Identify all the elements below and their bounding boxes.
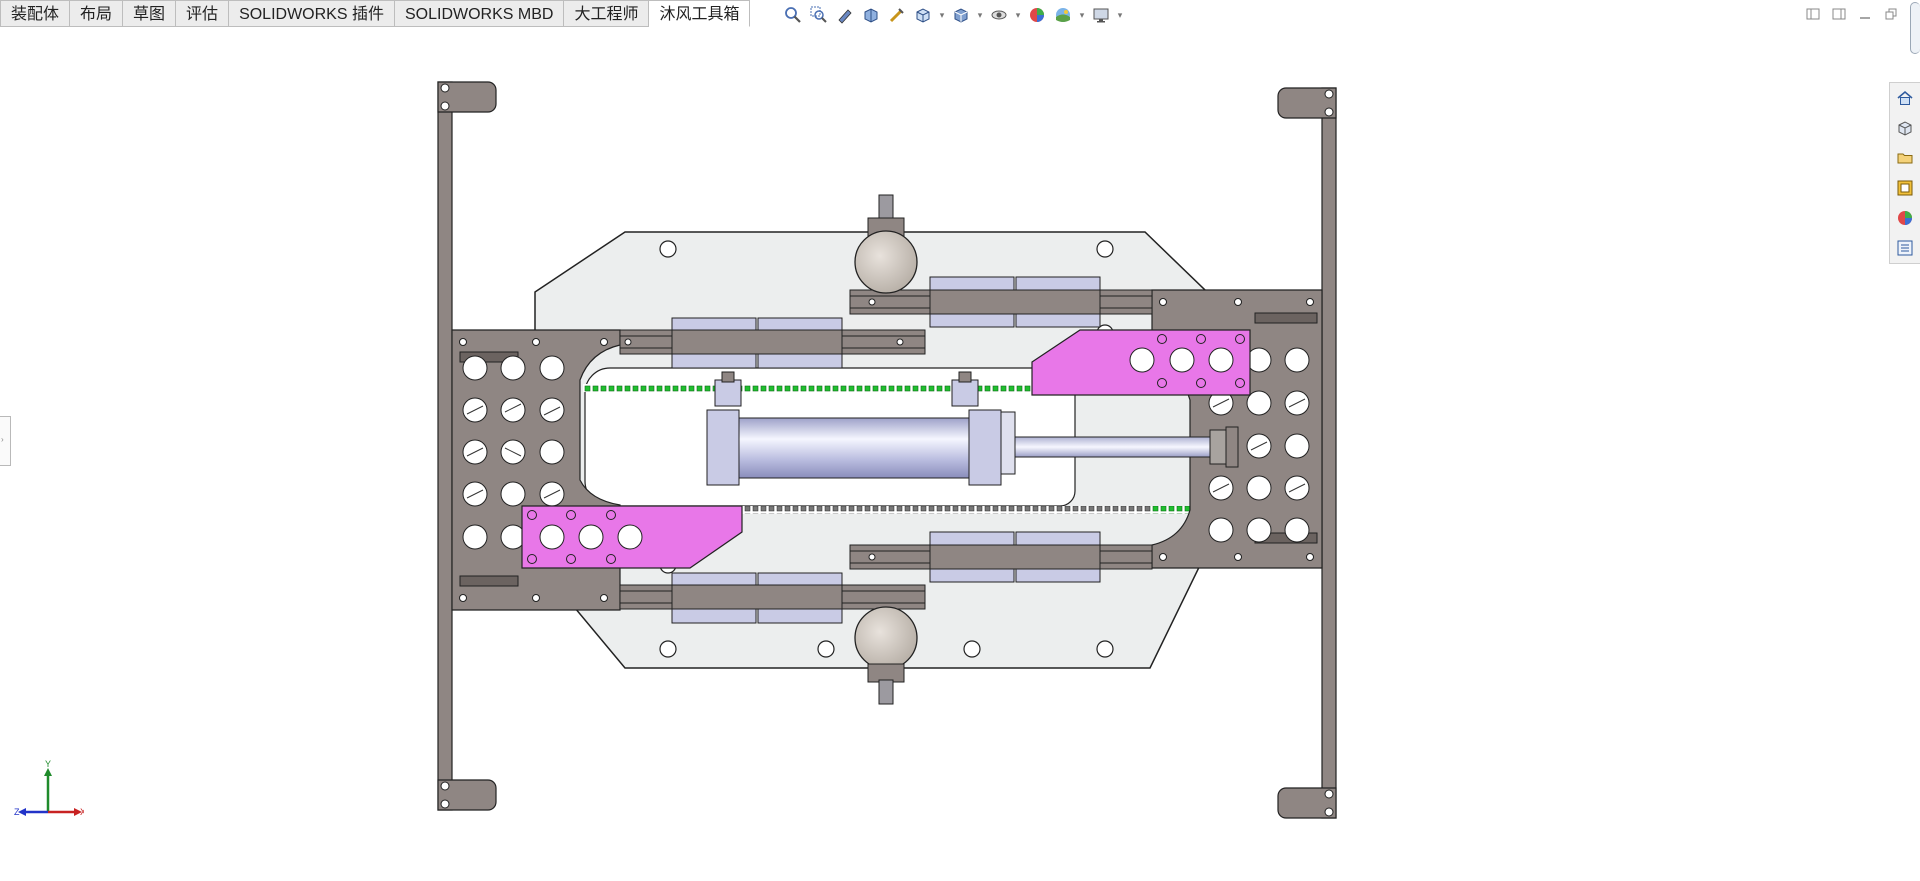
view-palette-icon[interactable]: [1890, 173, 1920, 203]
view-orientation-icon[interactable]: [912, 4, 934, 26]
tab-solidworks-mbd[interactable]: SOLIDWORKS MBD: [394, 0, 565, 27]
custom-properties-icon[interactable]: [1890, 233, 1920, 263]
scrollbar-handle[interactable]: [1910, 2, 1920, 54]
tile-right-icon[interactable]: [1830, 4, 1848, 24]
tab-layout[interactable]: 布局: [70, 0, 124, 27]
tab-solidworks-addins[interactable]: SOLIDWORKS 插件: [229, 0, 395, 27]
zoom-to-fit-icon[interactable]: [782, 4, 804, 26]
heads-up-view-toolbar: ▾ ▾ ▾ ▾ ▾: [782, 2, 1124, 28]
restore-icon[interactable]: [1882, 4, 1900, 24]
bottom-stepper-motor[interactable]: [854, 606, 918, 705]
tab-big-engineer[interactable]: 大工程师: [564, 0, 650, 27]
tab-evaluate[interactable]: 评估: [176, 0, 230, 27]
chevron-down-icon[interactable]: ▾: [1014, 4, 1022, 26]
chevron-down-icon[interactable]: ▾: [976, 4, 984, 26]
feature-manager-flyout-toggle[interactable]: ›: [0, 416, 11, 466]
file-explorer-icon[interactable]: [1890, 143, 1920, 173]
edit-appearance-icon[interactable]: [1026, 4, 1048, 26]
section-view-icon[interactable]: [860, 4, 882, 26]
right-magenta-bracket[interactable]: [1031, 329, 1251, 396]
reference-triad: Y X Z: [14, 760, 84, 817]
tile-left-icon[interactable]: [1804, 4, 1822, 24]
dynamic-annotation-icon[interactable]: [886, 4, 908, 26]
task-pane: [1889, 82, 1920, 264]
view-settings-icon[interactable]: [1090, 4, 1112, 26]
parts-library-icon[interactable]: [1890, 113, 1920, 143]
previous-view-icon[interactable]: [834, 4, 856, 26]
triad-y-label: Y: [45, 760, 51, 769]
appearances-icon[interactable]: [1890, 203, 1920, 233]
lower-timing-belt: [740, 506, 1190, 514]
hide-show-items-icon[interactable]: [988, 4, 1010, 26]
home-icon[interactable]: [1890, 83, 1920, 113]
tab-mufeng-toolbox[interactable]: 沐风工具箱: [649, 0, 751, 27]
tab-assembly[interactable]: 装配体: [0, 0, 71, 27]
triad-z-label: Z: [14, 807, 20, 817]
display-style-icon[interactable]: [950, 4, 972, 26]
tab-sketch[interactable]: 草图: [123, 0, 177, 27]
chevron-down-icon[interactable]: ▾: [1116, 4, 1124, 26]
minimize-icon[interactable]: [1856, 4, 1874, 24]
chevron-down-icon[interactable]: ▾: [938, 4, 946, 26]
chevron-down-icon[interactable]: ▾: [1078, 4, 1086, 26]
top-stepper-motor[interactable]: [854, 194, 918, 294]
graphics-viewport[interactable]: [0, 0, 1920, 881]
document-window-controls: [1804, 4, 1900, 24]
zoom-to-area-icon[interactable]: [808, 4, 830, 26]
command-manager-tabs: 装配体 布局 草图 评估 SOLIDWORKS 插件 SOLIDWORKS MB…: [0, 0, 751, 28]
triad-x-label: X: [80, 807, 84, 817]
apply-scene-icon[interactable]: [1052, 4, 1074, 26]
